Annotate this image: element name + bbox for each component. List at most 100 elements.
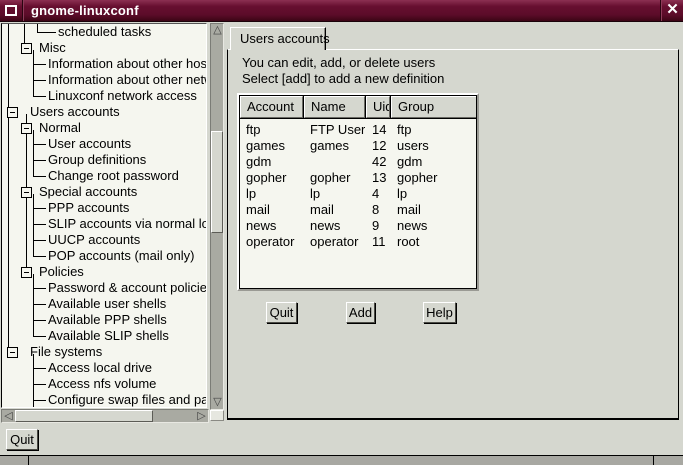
tree-item-uucp-accounts[interactable]: UUCP accounts (2, 232, 206, 248)
tree-guide-line (33, 256, 46, 257)
table-cell (304, 154, 365, 170)
tree-expander-icon[interactable] (21, 43, 32, 54)
table-cell: lp (304, 186, 365, 202)
tree-item-configure-swap-files-and-partitions[interactable]: Configure swap files and partitions (2, 392, 206, 408)
tree-expander-icon[interactable] (21, 123, 32, 134)
table-row[interactable]: lplp4lp (240, 186, 476, 202)
tree-item-scheduled-tasks[interactable]: scheduled tasks (2, 24, 206, 40)
tree-item-access-nfs-volume[interactable]: Access nfs volume (2, 376, 206, 392)
table-cell: ftp (240, 122, 303, 138)
tree-item-linuxconf-network-access[interactable]: Linuxconf network access (2, 88, 206, 104)
help-button[interactable]: Help (423, 302, 456, 323)
scroll-right-icon[interactable]: ▷ (195, 410, 208, 423)
tree-horizontal-scrollbar[interactable]: ◁ ▷ (1, 409, 209, 423)
table-cell: gopher (240, 170, 303, 186)
tree-expander-icon[interactable] (7, 347, 18, 358)
tree-item-misc[interactable]: Misc (2, 40, 206, 56)
quit-button[interactable]: Quit (266, 302, 297, 323)
tree-item-slip-accounts-via-normal-login[interactable]: SLIP accounts via normal login (2, 216, 206, 232)
tree-item-change-root-password[interactable]: Change root password (2, 168, 206, 184)
status-bar-divider (653, 456, 654, 465)
tree-item-file-systems[interactable]: File systems (2, 344, 206, 360)
table-cell: root (391, 234, 477, 250)
table-row[interactable]: gophergopher13gopher (240, 170, 476, 186)
tree-item-pop-accounts-mail-only[interactable]: POP accounts (mail only) (2, 248, 206, 264)
table-cell: games (304, 138, 365, 154)
table-cell: 14 (366, 122, 390, 138)
tree-item-label: Access nfs volume (48, 377, 156, 391)
tree-item-information-about-other-networks[interactable]: Information about other networks (2, 72, 206, 88)
table-cell: 8 (366, 202, 390, 218)
tree-item-available-user-shells[interactable]: Available user shells (2, 296, 206, 312)
table-row[interactable]: operatoroperator11root (240, 234, 476, 250)
tree-expander-icon[interactable] (21, 187, 32, 198)
table-cell: FTP User (304, 122, 365, 138)
scroll-down-icon[interactable]: ▽ (211, 396, 224, 409)
tree-item-available-ppp-shells[interactable]: Available PPP shells (2, 312, 206, 328)
tree-item-label: Normal (39, 121, 81, 135)
tree-guide-line (33, 80, 46, 81)
tab-label: Users accounts (231, 28, 325, 49)
tree-guide-line (33, 320, 46, 321)
table-cell: operator (304, 234, 365, 250)
table-cell: 12 (366, 138, 390, 154)
table-row[interactable]: mailmail8mail (240, 202, 476, 218)
scrollbar-corner (210, 410, 224, 421)
tree-item-special-accounts[interactable]: Special accounts (2, 184, 206, 200)
column-header-uid[interactable]: Uid (366, 96, 390, 118)
tree-item-normal[interactable]: Normal (2, 120, 206, 136)
table-cell: 9 (366, 218, 390, 234)
tree-item-label: Available PPP shells (48, 313, 167, 327)
tree-item-information-about-other-hosts[interactable]: Information about other hosts (2, 56, 206, 72)
titlebar: gnome-linuxconf ✕ (0, 0, 683, 22)
tree-item-available-slip-shells[interactable]: Available SLIP shells (2, 328, 206, 344)
vertical-scrollbar-thumb[interactable] (211, 131, 223, 233)
window-menu-button[interactable] (0, 0, 22, 21)
window-title: gnome-linuxconf (31, 0, 139, 21)
tree-item-ppp-accounts[interactable]: PPP accounts (2, 200, 206, 216)
horizontal-scrollbar-thumb[interactable] (15, 410, 153, 422)
table-row[interactable]: gdm42gdm (240, 154, 476, 170)
table-cell: 11 (366, 234, 390, 250)
table-cell: news (304, 218, 365, 234)
tree-item-access-local-drive[interactable]: Access local drive (2, 360, 206, 376)
tree-vertical-scrollbar[interactable]: △ ▽ (210, 23, 224, 410)
tree-item-label: Password & account policies (48, 281, 207, 295)
main-quit-button[interactable]: Quit (6, 429, 38, 450)
tree-item-label: Access local drive (48, 361, 152, 375)
tab-users-accounts[interactable]: Users accounts (230, 27, 326, 50)
table-cell: gdm (240, 154, 303, 170)
table-row[interactable]: ftpFTP User14ftp (240, 122, 476, 138)
tree-item-password-account-policies[interactable]: Password & account policies (2, 280, 206, 296)
tree-guide-line (33, 368, 46, 369)
tree-expander-icon[interactable] (21, 267, 32, 278)
table-cell: 4 (366, 186, 390, 202)
column-header-account[interactable]: Account (240, 96, 303, 118)
tree-item-label: UUCP accounts (48, 233, 140, 247)
column-header-name[interactable]: Name (304, 96, 365, 118)
table-cell: operator (240, 234, 303, 250)
tree-guide-line (33, 208, 46, 209)
tree-expander-icon[interactable] (7, 107, 18, 118)
add-button[interactable]: Add (346, 302, 375, 323)
tree-guide-line (33, 96, 46, 97)
close-icon[interactable]: ✕ (662, 0, 683, 21)
tree-guide-line (33, 240, 46, 241)
titlebar-divider-highlight (23, 0, 24, 21)
page-description-line2: Select [add] to add a new definition (242, 71, 444, 86)
scroll-up-icon[interactable]: △ (211, 24, 224, 37)
tree-item-group-definitions[interactable]: Group definitions (2, 152, 206, 168)
tree-item-label: Policies (39, 265, 84, 279)
tree-item-users-accounts[interactable]: Users accounts (2, 104, 206, 120)
tree-item-policies[interactable]: Policies (2, 264, 206, 280)
column-header-group[interactable]: Group (391, 96, 477, 118)
table-row[interactable]: newsnews9news (240, 218, 476, 234)
tree-item-user-accounts[interactable]: User accounts (2, 136, 206, 152)
tree-guide-line (33, 144, 46, 145)
table-row[interactable]: gamesgames12users (240, 138, 476, 154)
table-cell: users (391, 138, 477, 154)
tree-item-label: POP accounts (mail only) (48, 249, 194, 263)
users-table: AccountNameUidGroup ftpFTP User14ftpgame… (239, 95, 477, 289)
tree-guide-line (33, 304, 46, 305)
scroll-left-icon[interactable]: ◁ (2, 410, 15, 423)
